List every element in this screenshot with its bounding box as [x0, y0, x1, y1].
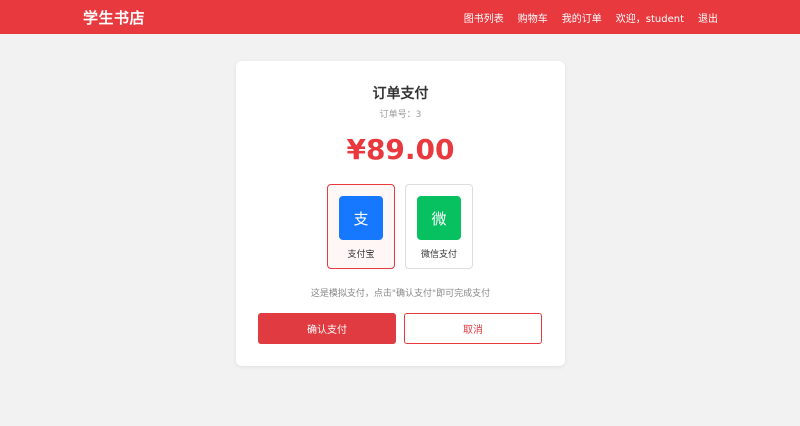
nav-logout[interactable]: 退出 — [698, 10, 718, 25]
nav-links: 图书列表 购物车 我的订单 欢迎，student 退出 — [450, 10, 718, 25]
confirm-payment-button[interactable]: 确认支付 — [258, 313, 396, 344]
payment-amount: ¥89.00 — [346, 133, 455, 166]
nav-my-orders[interactable]: 我的订单 — [562, 10, 602, 25]
order-number: 订单号：3 — [379, 110, 422, 120]
page-title: 订单支付 — [372, 86, 429, 102]
payment-hint: 这是模拟支付，点击"确认支付"即可完成支付 — [310, 289, 491, 299]
alipay-icon: 支 — [339, 196, 383, 240]
cancel-button[interactable]: 取消 — [404, 313, 542, 344]
nav-book-list[interactable]: 图书列表 — [464, 10, 504, 25]
payment-method-alipay[interactable]: 支 支付宝 — [327, 184, 395, 269]
wechat-icon: 微 — [417, 196, 461, 240]
payment-card: 订单支付 订单号：3 ¥89.00 支 支付宝 微 微信支付 这是模拟支付，点击… — [236, 61, 565, 366]
payment-method-label: 微信支付 — [420, 250, 457, 260]
top-navbar: 学生书店 图书列表 购物车 我的订单 欢迎，student 退出 — [0, 0, 800, 34]
nav-cart[interactable]: 购物车 — [518, 10, 548, 25]
payment-methods: 支 支付宝 微 微信支付 — [327, 184, 474, 269]
site-logo[interactable]: 学生书店 — [83, 7, 145, 28]
payment-method-label: 支付宝 — [347, 250, 375, 260]
nav-welcome-user: 欢迎，student — [615, 13, 684, 25]
payment-method-wechat[interactable]: 微 微信支付 — [405, 184, 473, 269]
